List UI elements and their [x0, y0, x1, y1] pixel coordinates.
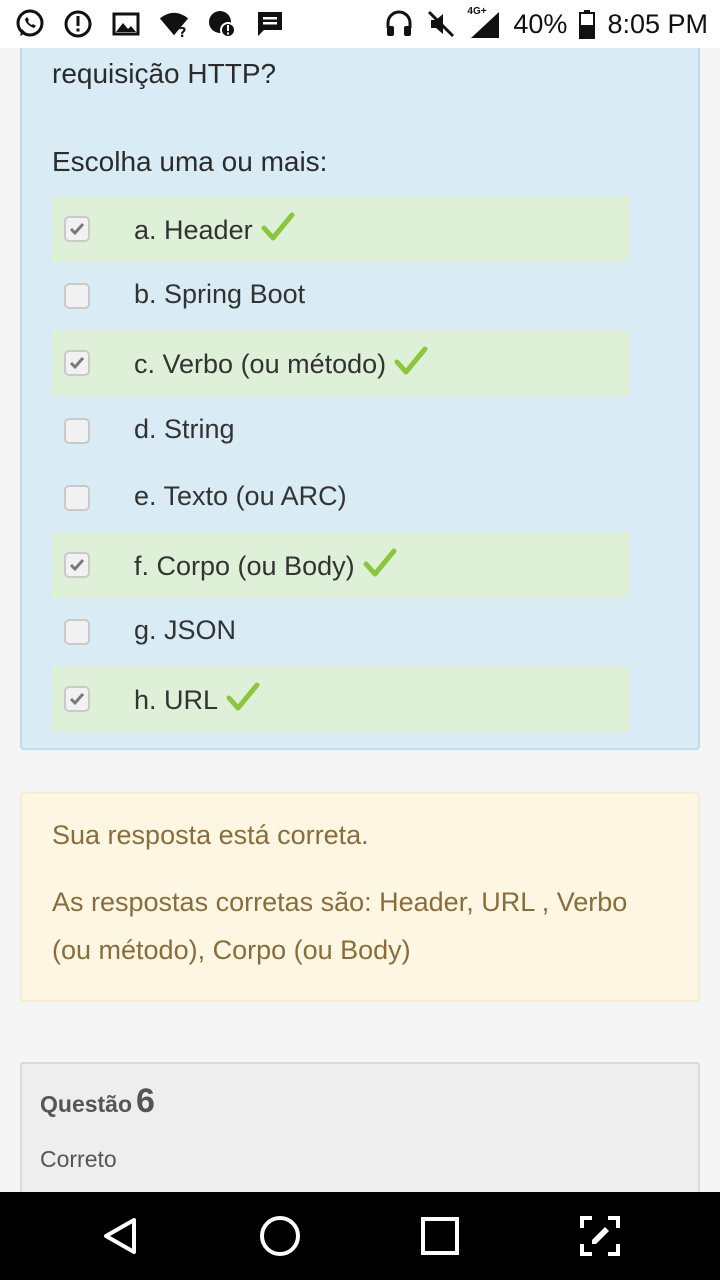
- answer-option-text: b. Spring Boot: [134, 279, 306, 309]
- answer-option-label: h. URL: [134, 682, 260, 719]
- checkbox-unchecked[interactable]: [64, 283, 90, 309]
- screenshot-edit-icon[interactable]: [560, 1196, 640, 1276]
- question-card: requisição HTTP? Escolha uma ou mais: a.…: [20, 48, 700, 750]
- checkbox-unchecked[interactable]: [64, 418, 90, 444]
- correct-check-icon: [363, 548, 397, 585]
- checkbox-checked[interactable]: [64, 552, 90, 578]
- back-icon[interactable]: [80, 1196, 160, 1276]
- answer-option[interactable]: d. String: [52, 398, 630, 464]
- answer-option-label: b. Spring Boot: [134, 279, 305, 310]
- checkbox-checked[interactable]: [64, 350, 90, 376]
- question-prompt: Escolha uma ou mais:: [52, 146, 328, 177]
- answer-option-text: d. String: [134, 414, 235, 444]
- mute-icon: [425, 8, 457, 40]
- alert-badge-icon: [206, 8, 238, 40]
- checkbox-checked[interactable]: [64, 216, 90, 242]
- answer-option-label: f. Corpo (ou Body): [134, 548, 397, 585]
- answer-option[interactable]: e. Texto (ou ARC): [52, 465, 630, 531]
- battery-icon: [577, 8, 597, 40]
- answer-option-label: a. Header: [134, 212, 295, 249]
- question-status: Correto: [40, 1146, 117, 1172]
- question-number: 6: [136, 1082, 155, 1120]
- status-right: 4G+ 40% 8:05 PM: [383, 6, 708, 40]
- answer-option-label: d. String: [134, 414, 235, 445]
- answer-option-text: e. Texto (ou ARC): [134, 481, 347, 511]
- answer-option[interactable]: h. URL: [52, 666, 630, 732]
- message-icon: [254, 8, 286, 40]
- answer-option-text: a. Header: [134, 215, 253, 245]
- home-icon[interactable]: [240, 1196, 320, 1276]
- question-6-card: Questão 6 Correto: [20, 1062, 700, 1192]
- question-number-heading: Questão 6: [40, 1082, 155, 1121]
- page-content[interactable]: requisição HTTP? Escolha uma ou mais: a.…: [0, 48, 720, 1192]
- signal-icon: 4G+: [467, 6, 503, 40]
- checkbox-checked[interactable]: [64, 686, 90, 712]
- headset-icon: [383, 8, 415, 40]
- answer-option-label: e. Texto (ou ARC): [134, 481, 347, 512]
- battery-percent: 40%: [513, 8, 568, 39]
- status-bar: ? 4G+ 40% 8:05 PM: [0, 0, 720, 48]
- answer-option[interactable]: g. JSON: [52, 599, 630, 665]
- question-word: Questão: [40, 1091, 133, 1117]
- answer-option-text: f. Corpo (ou Body): [134, 551, 355, 581]
- svg-text:?: ?: [179, 26, 187, 40]
- whatsapp-icon: [14, 8, 46, 40]
- answer-option[interactable]: b. Spring Boot: [52, 263, 630, 329]
- feedback-result: Sua resposta está correta.: [52, 820, 369, 850]
- image-icon: [110, 8, 142, 40]
- answer-option-label: g. JSON: [134, 615, 236, 646]
- correct-check-icon: [226, 682, 260, 719]
- alert-icon: [62, 8, 94, 40]
- checkbox-unchecked[interactable]: [64, 619, 90, 645]
- answer-option[interactable]: c. Verbo (ou método): [52, 330, 630, 396]
- navigation-bar: [0, 1192, 720, 1280]
- answer-option-text: c. Verbo (ou método): [134, 349, 387, 379]
- clock: 8:05 PM: [607, 8, 708, 39]
- answer-option[interactable]: f. Corpo (ou Body): [52, 532, 630, 598]
- feedback-box: Sua resposta está correta. As respostas …: [20, 792, 700, 1002]
- question-text: requisição HTTP?: [52, 58, 277, 89]
- wifi-question-icon: ?: [158, 8, 190, 40]
- network-badge: 4G+: [467, 6, 487, 17]
- recents-icon[interactable]: [400, 1196, 480, 1276]
- correct-check-icon: [261, 212, 295, 249]
- answer-option-text: g. JSON: [134, 615, 237, 645]
- status-left: ?: [14, 8, 286, 40]
- answer-option-text: h. URL: [134, 685, 219, 715]
- answer-option-label: c. Verbo (ou método): [134, 346, 428, 383]
- feedback-answers: As respostas corretas são: Header, URL ,…: [52, 887, 628, 965]
- answer-option[interactable]: a. Header: [52, 196, 630, 262]
- correct-check-icon: [394, 346, 428, 383]
- checkbox-unchecked[interactable]: [64, 485, 90, 511]
